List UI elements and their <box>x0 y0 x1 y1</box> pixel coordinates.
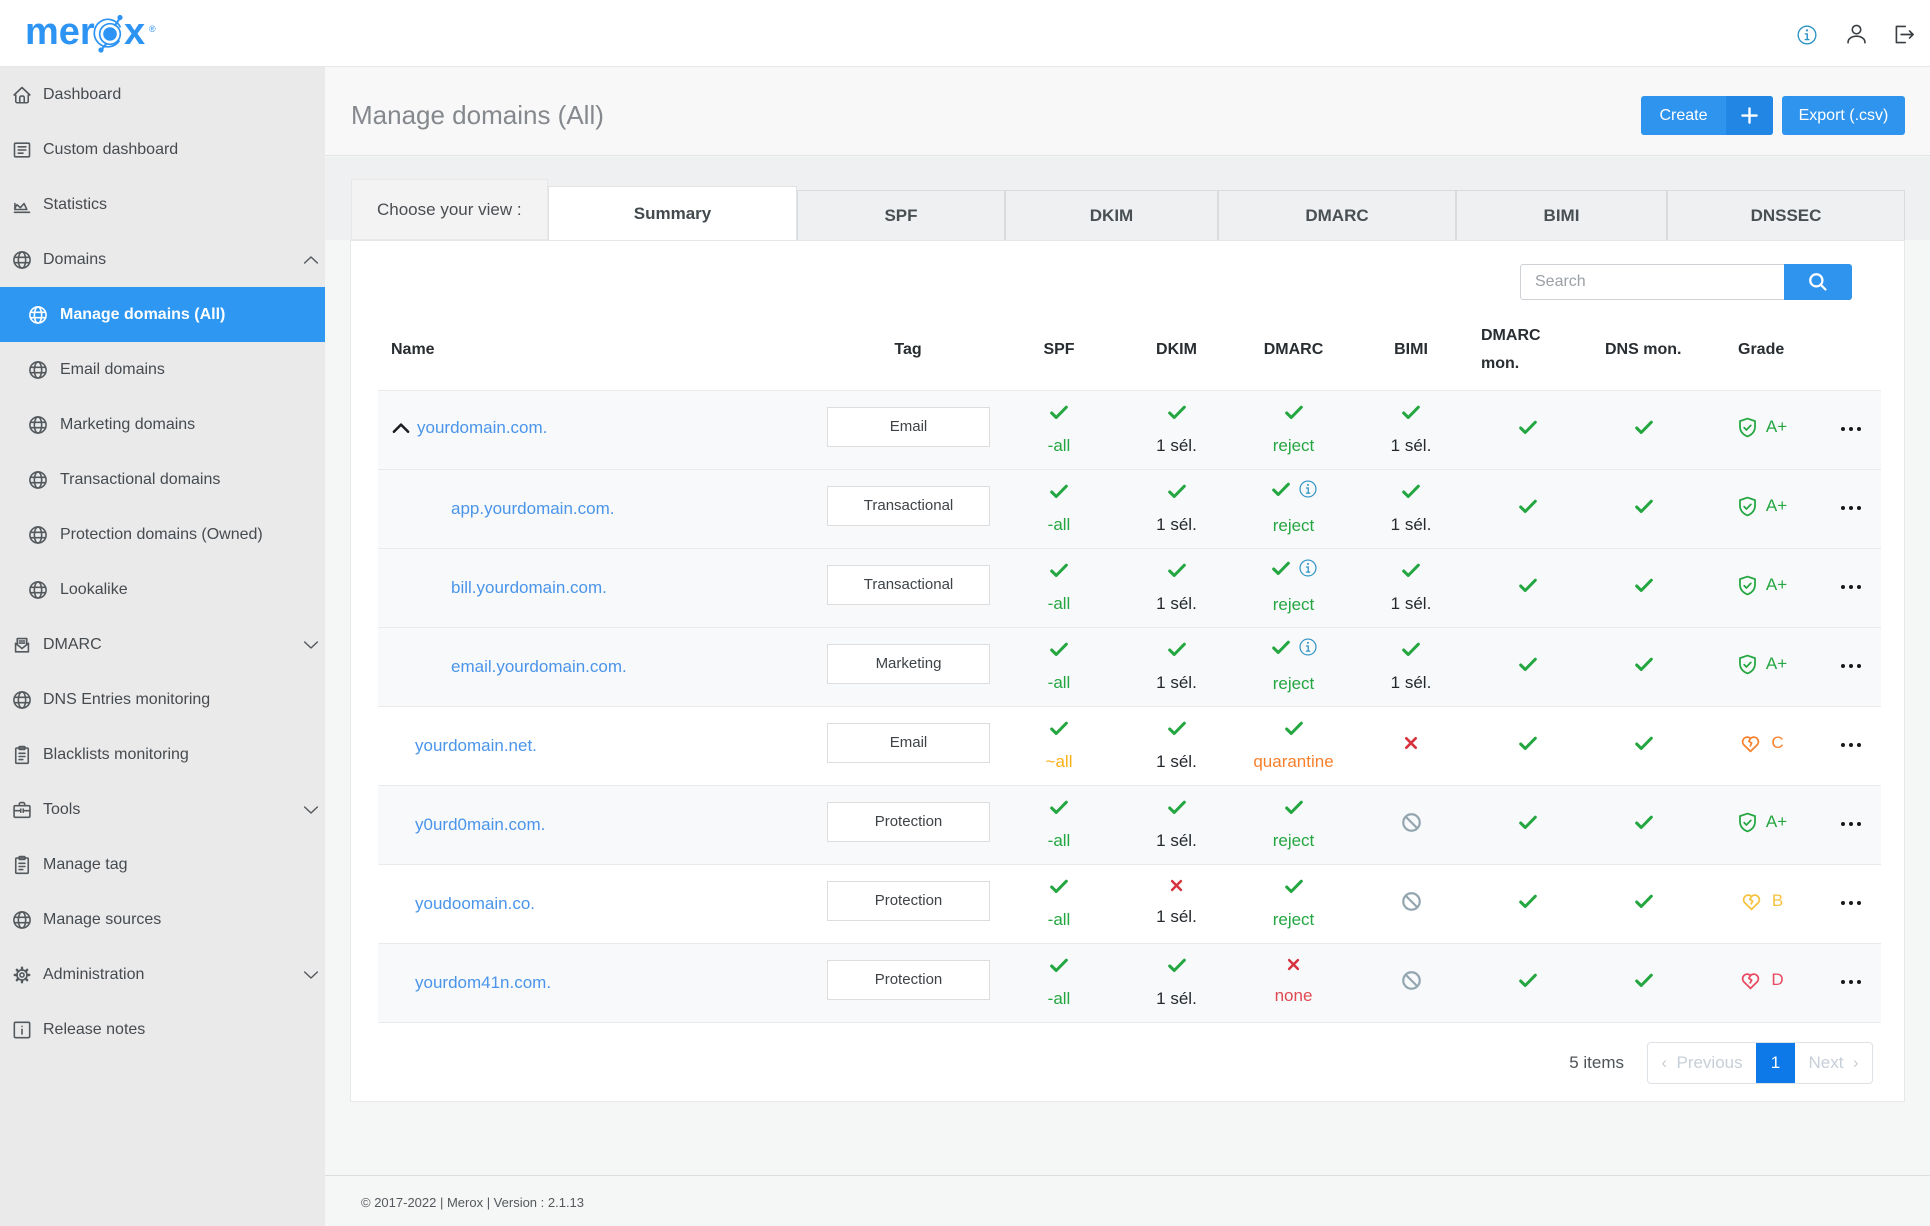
svg-text:®: ® <box>149 24 156 34</box>
svg-text:x: x <box>124 11 145 53</box>
svg-text:mer: mer <box>27 11 95 53</box>
